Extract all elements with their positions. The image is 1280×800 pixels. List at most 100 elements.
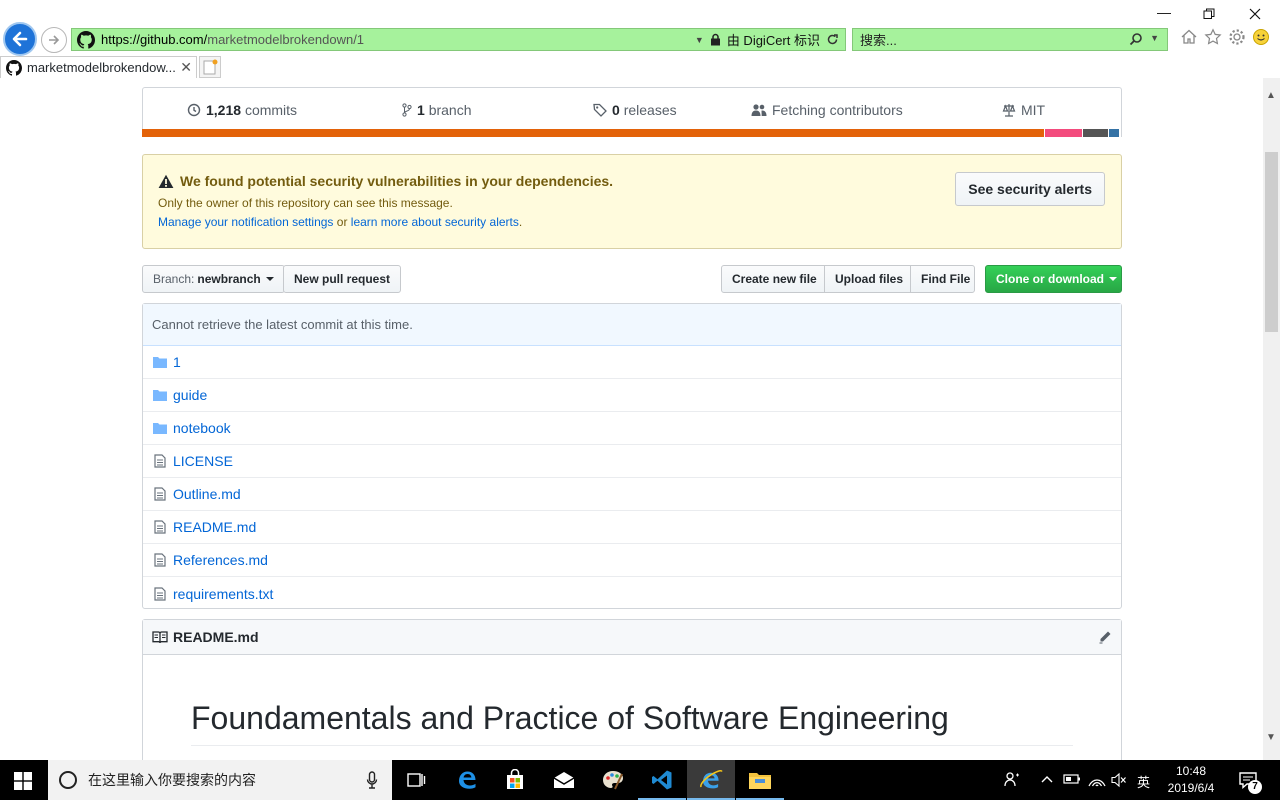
file-link[interactable]: requirements.txt bbox=[173, 586, 273, 602]
page-content: 1,218 commits 1 branch 0 releases Fetchi… bbox=[0, 78, 1263, 760]
find-file-button[interactable]: Find File bbox=[910, 265, 975, 293]
paint-palette-icon bbox=[603, 771, 623, 790]
action-center-button[interactable]: 7 bbox=[1238, 770, 1262, 795]
browser-search-placeholder: 搜索... bbox=[860, 33, 897, 48]
clone-or-download-button[interactable]: Clone or download bbox=[985, 265, 1122, 293]
forward-button[interactable] bbox=[41, 27, 67, 53]
new-pull-request-button[interactable]: New pull request bbox=[283, 265, 402, 293]
manage-notifications-link[interactable]: Manage your notification settings bbox=[158, 215, 333, 229]
wifi-icon[interactable] bbox=[1088, 772, 1106, 788]
battery-icon[interactable] bbox=[1063, 773, 1081, 785]
file-link[interactable]: LICENSE bbox=[173, 453, 233, 469]
language-bar-segment[interactable] bbox=[1082, 129, 1109, 137]
file-link[interactable]: Outline.md bbox=[173, 486, 241, 502]
address-bar[interactable]: https://github.com/marketmodelbrokendown… bbox=[71, 28, 846, 51]
commits-summary[interactable]: 1,218 commits bbox=[187, 102, 297, 118]
readme-heading: Foundamentals and Practice of Software E… bbox=[191, 700, 949, 736]
people-tray-icon[interactable] bbox=[1004, 771, 1020, 787]
edge-browser-icon bbox=[459, 771, 476, 789]
taskbar-paint-button[interactable] bbox=[589, 760, 637, 800]
license-summary[interactable]: MIT bbox=[1002, 102, 1045, 118]
taskbar-ie-button[interactable] bbox=[687, 760, 735, 800]
scroll-up-arrow-icon[interactable]: ▲ bbox=[1266, 90, 1276, 101]
home-icon[interactable] bbox=[1180, 28, 1198, 46]
language-bar-segment[interactable] bbox=[1109, 129, 1120, 137]
browser-tab[interactable]: marketmodelbrokendow... ✕ bbox=[0, 56, 197, 78]
scrollbar-thumb[interactable] bbox=[1265, 152, 1278, 332]
toolbar-icons bbox=[1180, 28, 1270, 46]
security-label[interactable]: 由 DigiCert 标识 bbox=[727, 30, 820, 49]
settings-gear-icon[interactable] bbox=[1228, 28, 1246, 46]
minimize-button[interactable]: — bbox=[1157, 4, 1171, 20]
taskbar-store-button[interactable] bbox=[491, 760, 539, 800]
vscode-icon bbox=[652, 770, 672, 790]
cortana-icon bbox=[59, 771, 77, 789]
file-explorer-folder-icon bbox=[749, 773, 771, 789]
search-provider-dropdown-icon[interactable]: ▼ bbox=[1150, 33, 1159, 43]
browser-search-box[interactable]: 搜索... ▼ bbox=[852, 28, 1168, 51]
clock-date: 2019/6/4 bbox=[1167, 781, 1215, 795]
browser-chrome: https://github.com/marketmodelbrokendown… bbox=[0, 0, 1280, 78]
arrow-left-icon bbox=[12, 31, 28, 47]
language-bar-segment[interactable] bbox=[142, 129, 1044, 137]
contributors-summary[interactable]: Fetching contributors bbox=[751, 102, 903, 118]
create-new-file-button[interactable]: Create new file bbox=[721, 265, 825, 293]
taskbar-vscode-button[interactable] bbox=[638, 760, 686, 800]
feedback-smiley-icon[interactable] bbox=[1252, 28, 1270, 46]
releases-label: releases bbox=[623, 102, 677, 118]
folder-link[interactable]: 1 bbox=[173, 354, 181, 370]
language-bar-segment[interactable] bbox=[1044, 129, 1082, 137]
github-favicon-icon bbox=[6, 59, 22, 76]
branch-summary[interactable]: 1 branch bbox=[402, 102, 472, 118]
alert-or-text: or bbox=[333, 215, 351, 229]
microphone-icon[interactable] bbox=[366, 771, 378, 789]
lock-icon[interactable] bbox=[710, 33, 721, 46]
file-link[interactable]: README.md bbox=[173, 519, 256, 535]
license-label: MIT bbox=[1021, 102, 1046, 118]
tab-close-icon[interactable]: ✕ bbox=[180, 59, 192, 76]
windows-start-icon[interactable] bbox=[14, 772, 32, 790]
file-row: LICENSE bbox=[143, 445, 1121, 478]
file-list: Cannot retrieve the latest commit at thi… bbox=[142, 303, 1122, 609]
taskbar-edge-button[interactable] bbox=[443, 760, 491, 800]
ime-language-indicator[interactable]: 英 bbox=[1137, 772, 1150, 791]
close-window-button[interactable] bbox=[1249, 8, 1261, 20]
branch-select-button[interactable]: Branch: newbranch bbox=[142, 265, 285, 293]
task-view-button[interactable] bbox=[392, 760, 440, 800]
file-rows: 1 guide notebook LICENSE Outline.md README.md… bbox=[143, 346, 1121, 610]
branch-prefix: Branch: bbox=[153, 272, 195, 286]
language-bar[interactable] bbox=[142, 129, 1122, 137]
new-tab-button[interactable] bbox=[199, 56, 221, 78]
favorites-star-icon[interactable] bbox=[1204, 28, 1222, 46]
taskbar-mail-button[interactable] bbox=[540, 760, 588, 800]
book-icon bbox=[152, 631, 168, 644]
folder-link[interactable]: notebook bbox=[173, 420, 231, 436]
file-row: requirements.txt bbox=[143, 577, 1121, 610]
releases-summary[interactable]: 0 releases bbox=[593, 102, 677, 118]
upload-files-button[interactable]: Upload files bbox=[824, 265, 911, 293]
tray-overflow-chevron-icon[interactable] bbox=[1041, 774, 1053, 784]
caret-down-icon bbox=[1109, 277, 1117, 281]
learn-security-alerts-link[interactable]: learn more about security alerts bbox=[351, 215, 519, 229]
restore-button[interactable] bbox=[1203, 8, 1215, 20]
back-button[interactable] bbox=[3, 22, 37, 56]
page-scrollbar[interactable]: ▲ ▼ bbox=[1263, 78, 1280, 760]
see-security-alerts-button[interactable]: See security alerts bbox=[955, 172, 1105, 206]
taskbar-search-box[interactable]: 在这里输入你要搜索的内容 bbox=[48, 760, 392, 800]
taskbar-clock[interactable]: 10:48 2019/6/4 bbox=[1160, 763, 1222, 797]
taskbar-explorer-button[interactable] bbox=[736, 760, 784, 800]
edit-pencil-icon[interactable] bbox=[1098, 630, 1112, 644]
search-icon[interactable] bbox=[1129, 32, 1143, 46]
scroll-down-arrow-icon[interactable]: ▼ bbox=[1266, 732, 1276, 743]
file-link[interactable]: References.md bbox=[173, 552, 268, 568]
volume-muted-icon[interactable] bbox=[1111, 772, 1127, 788]
file-row: README.md bbox=[143, 511, 1121, 544]
clock-time: 10:48 bbox=[1175, 764, 1207, 778]
branch-label: branch bbox=[428, 102, 472, 118]
file-row: Outline.md bbox=[143, 478, 1121, 511]
folder-link[interactable]: guide bbox=[173, 387, 207, 403]
refresh-icon[interactable] bbox=[826, 33, 839, 46]
latest-commit-message: Cannot retrieve the latest commit at thi… bbox=[152, 317, 413, 332]
address-dropdown-icon[interactable]: ▼ bbox=[695, 35, 704, 45]
commits-count: 1,218 bbox=[206, 102, 242, 118]
